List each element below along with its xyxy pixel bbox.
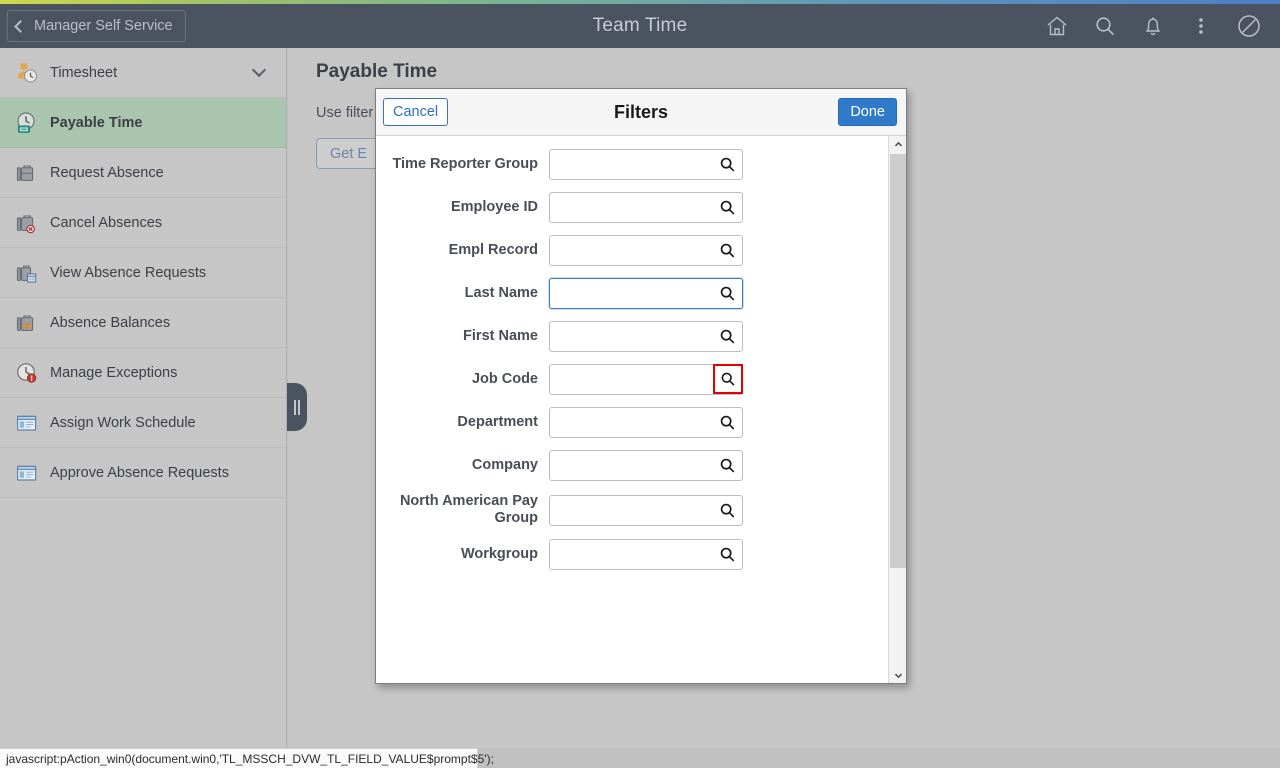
modal-scrollbar[interactable] xyxy=(888,136,906,683)
filters-modal: Cancel Filters Done Time Reporter Group … xyxy=(375,88,907,684)
job-code-lookup-search-icon[interactable] xyxy=(713,364,743,394)
sidebar-item-approve-absence-requests[interactable]: Approve Absence Requests xyxy=(0,448,286,498)
sidebar-item-label: Payable Time xyxy=(50,114,143,131)
status-bar-text: javascript:pAction_win0(document.win0,'T… xyxy=(6,751,494,766)
done-button[interactable]: Done xyxy=(838,98,897,126)
sidebar-item-view-absence-requests[interactable]: View Absence Requests xyxy=(0,248,286,298)
payable-time-clock-icon xyxy=(12,108,42,138)
navigation-sidebar: Timesheet Payable Time Request Absence C… xyxy=(0,48,287,748)
back-button-label: Manager Self Service xyxy=(34,18,173,34)
filters-modal-body: Time Reporter Group Employee ID Empl Rec… xyxy=(376,136,906,683)
field-label: Empl Record xyxy=(448,242,538,258)
chevron-down-icon[interactable] xyxy=(251,62,267,78)
notifications-bell-icon[interactable] xyxy=(1136,9,1170,43)
briefcase-cancel-icon xyxy=(12,208,42,238)
field-control xyxy=(549,364,743,395)
sidebar-item-timesheet[interactable]: Timesheet xyxy=(0,48,286,98)
field-row-last-name: Last Name xyxy=(376,278,906,309)
field-label: Company xyxy=(471,457,538,473)
sidebar-item-label: Absence Balances xyxy=(50,314,171,331)
field-row-company: Company xyxy=(376,450,906,481)
page-title: Payable Time xyxy=(316,61,438,82)
field-row-employee-id: Employee ID xyxy=(376,192,906,223)
scroll-up-arrow-icon[interactable] xyxy=(889,136,906,153)
filters-field-list: Time Reporter Group Employee ID Empl Rec… xyxy=(376,136,906,570)
lookup-search-icon[interactable] xyxy=(713,150,742,179)
field-control xyxy=(549,407,743,438)
back-to-manager-self-service-button[interactable]: Manager Self Service xyxy=(7,10,186,42)
sidebar-item-label: Approve Absence Requests xyxy=(50,464,229,481)
sidebar-item-label: Manage Exceptions xyxy=(50,364,178,381)
sidebar-item-label: View Absence Requests xyxy=(50,264,207,281)
lookup-search-icon[interactable] xyxy=(713,279,742,308)
field-control xyxy=(549,450,743,481)
sidebar-item-label: Timesheet xyxy=(50,64,118,81)
get-employees-label: Get E xyxy=(330,145,368,162)
lookup-search-icon[interactable] xyxy=(713,496,742,525)
field-label: Employee ID xyxy=(450,199,538,215)
collapse-sidebar-handle[interactable] xyxy=(287,383,307,431)
browser-status-bar: javascript:pAction_win0(document.win0,'T… xyxy=(0,748,494,768)
window-panel-icon xyxy=(12,408,42,438)
lookup-search-icon[interactable] xyxy=(713,540,742,569)
field-control xyxy=(549,278,743,309)
cancel-button[interactable]: Cancel xyxy=(383,98,449,126)
app-header: Manager Self Service Team Time xyxy=(0,4,1280,48)
sidebar-item-label: Cancel Absences xyxy=(50,214,163,231)
sidebar-item-label: Assign Work Schedule xyxy=(50,414,196,431)
header-icon-group xyxy=(1040,9,1280,43)
field-label: Job Code xyxy=(471,371,538,387)
actions-menu-icon[interactable] xyxy=(1184,9,1218,43)
sidebar-item-payable-time[interactable]: Payable Time xyxy=(0,98,286,148)
field-row-time-reporter-group: Time Reporter Group xyxy=(376,149,906,180)
briefcase-calendar-icon xyxy=(12,258,42,288)
field-control xyxy=(549,192,743,223)
lookup-search-icon[interactable] xyxy=(713,451,742,480)
handle-bar-right xyxy=(298,399,300,415)
sidebar-item-manage-exceptions[interactable]: Manage Exceptions xyxy=(0,348,286,398)
field-label: First Name xyxy=(463,328,538,344)
field-control xyxy=(549,321,743,352)
chevron-left-icon xyxy=(14,19,27,33)
field-row-empl-record: Empl Record xyxy=(376,235,906,266)
get-employees-button[interactable]: Get E xyxy=(316,138,382,169)
field-control xyxy=(549,149,743,180)
field-control xyxy=(549,494,743,526)
scrollbar-thumb[interactable] xyxy=(890,154,906,568)
sidebar-item-absence-balances[interactable]: Absence Balances xyxy=(0,298,286,348)
handle-bar-left xyxy=(294,399,296,415)
briefcase-icon xyxy=(12,158,42,188)
lookup-search-icon[interactable] xyxy=(713,322,742,351)
sidebar-item-cancel-absences[interactable]: Cancel Absences xyxy=(0,198,286,248)
field-row-job-code: Job Code xyxy=(376,364,906,395)
filters-modal-header: Cancel Filters Done xyxy=(376,89,906,136)
field-row-workgroup: Workgroup xyxy=(376,539,906,570)
navbar-compass-icon[interactable] xyxy=(1232,9,1266,43)
field-label: Last Name xyxy=(464,285,538,301)
clock-alert-icon xyxy=(12,358,42,388)
home-icon[interactable] xyxy=(1040,9,1074,43)
field-row-department: Department xyxy=(376,407,906,438)
field-row-first-name: First Name xyxy=(376,321,906,352)
search-icon[interactable] xyxy=(1088,9,1122,43)
field-label: Time Reporter Group xyxy=(392,156,538,172)
field-control xyxy=(549,539,743,570)
field-label: Department xyxy=(457,414,538,430)
lookup-search-icon[interactable] xyxy=(713,193,742,222)
filters-modal-title: Filters xyxy=(613,101,669,122)
lookup-search-icon[interactable] xyxy=(713,408,742,437)
field-label: North American Pay Group xyxy=(399,493,538,526)
briefcase-balance-icon xyxy=(12,308,42,338)
timesheet-person-clock-icon xyxy=(12,58,42,88)
sidebar-item-label: Request Absence xyxy=(50,164,164,181)
sidebar-item-assign-work-schedule[interactable]: Assign Work Schedule xyxy=(0,398,286,448)
field-control xyxy=(549,235,743,266)
window-panel-icon xyxy=(12,458,42,488)
lookup-search-icon[interactable] xyxy=(713,236,742,265)
field-label: Workgroup xyxy=(460,546,538,562)
sidebar-item-request-absence[interactable]: Request Absence xyxy=(0,148,286,198)
scroll-down-arrow-icon[interactable] xyxy=(889,667,906,683)
field-row-north-american-pay-group: North American Pay Group xyxy=(376,493,906,527)
